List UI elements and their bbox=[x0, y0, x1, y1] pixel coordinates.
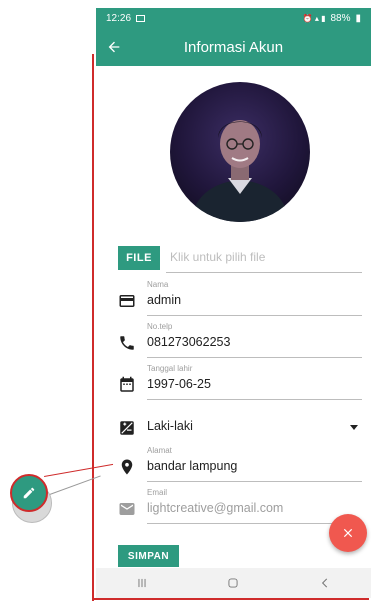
file-button[interactable]: FILE bbox=[118, 246, 160, 270]
battery-level: 88% bbox=[330, 12, 351, 24]
image-notification-icon bbox=[136, 14, 146, 22]
save-button[interactable]: SIMPAN bbox=[118, 545, 179, 567]
phone-label: No.telp bbox=[147, 322, 173, 331]
status-bar: 12:26 ⏰ ▴ ▮ 88% ▮ bbox=[96, 8, 371, 28]
battery-icon: ▮ bbox=[355, 12, 361, 24]
phone-value: 081273062253 bbox=[147, 335, 231, 349]
email-label: Email bbox=[147, 488, 168, 497]
recents-icon bbox=[138, 578, 146, 588]
birth-date-underline bbox=[147, 399, 362, 400]
avatar[interactable] bbox=[170, 82, 310, 222]
system-nav-bar bbox=[96, 568, 371, 598]
mail-icon bbox=[118, 500, 136, 518]
nav-recents-button[interactable] bbox=[127, 568, 157, 598]
annotation-frame-bottom bbox=[92, 598, 369, 600]
file-input-underline bbox=[166, 272, 362, 273]
edit-button[interactable] bbox=[10, 474, 48, 512]
arrow-left-icon bbox=[108, 41, 120, 53]
chevron-down-icon bbox=[350, 425, 358, 430]
gender-select[interactable]: Laki-laki bbox=[118, 414, 362, 442]
email-value: lightcreative@gmail.com bbox=[147, 501, 284, 515]
chevron-left-icon bbox=[322, 578, 328, 588]
calendar-icon bbox=[118, 376, 136, 394]
annotation-frame-left bbox=[92, 54, 94, 601]
card-icon bbox=[118, 292, 136, 310]
name-value: admin bbox=[147, 293, 182, 307]
app-bar: Informasi Akun bbox=[96, 28, 371, 66]
avatar-photo bbox=[190, 120, 290, 222]
phone-underline bbox=[147, 357, 362, 358]
email-underline bbox=[147, 523, 362, 524]
name-underline bbox=[147, 315, 362, 316]
address-underline bbox=[147, 481, 362, 482]
back-button[interactable] bbox=[96, 28, 132, 66]
close-icon bbox=[343, 528, 353, 538]
name-label: Nama bbox=[147, 280, 169, 289]
file-path-input[interactable]: Klik untuk pilih file bbox=[170, 250, 265, 264]
gender-icon bbox=[118, 419, 136, 437]
birth-date-value: 1997-06-25 bbox=[147, 377, 211, 391]
signal-icons: ⏰ ▴ ▮ bbox=[302, 13, 326, 23]
nav-home-button[interactable] bbox=[218, 568, 248, 598]
status-time: 12:26 bbox=[106, 12, 132, 24]
home-icon bbox=[228, 578, 239, 588]
pencil-icon bbox=[23, 487, 35, 499]
close-button[interactable] bbox=[329, 514, 367, 552]
page-title: Informasi Akun bbox=[183, 38, 284, 56]
birth-date-label: Tanggal lahir bbox=[147, 364, 193, 373]
location-icon bbox=[118, 458, 136, 476]
address-label: Alamat bbox=[147, 446, 172, 455]
phone-icon bbox=[118, 334, 136, 352]
nav-back-button[interactable] bbox=[310, 568, 340, 598]
gender-value: Laki-laki bbox=[147, 419, 193, 433]
annotation-connector bbox=[44, 463, 114, 477]
address-value: bandar lampung bbox=[147, 459, 238, 473]
